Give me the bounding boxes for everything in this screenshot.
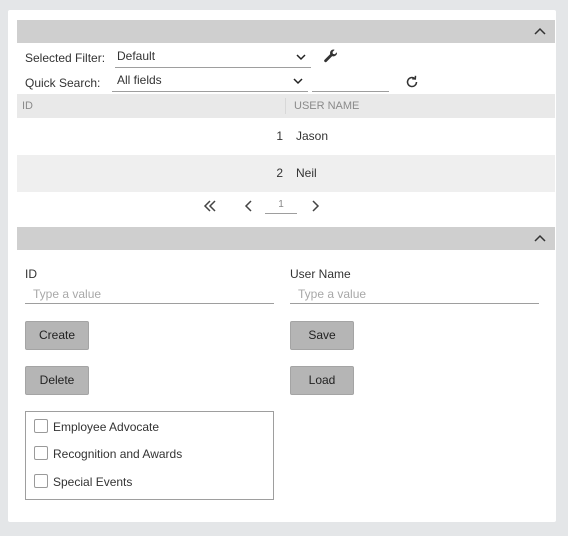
checklist-item-label: Special Events [53,475,133,489]
quick-search-input[interactable] [312,71,389,92]
checkbox[interactable] [34,446,48,460]
double-chevron-left-icon[interactable] [203,199,217,213]
cell-id: 1 [276,129,283,143]
chevron-down-icon [296,54,306,61]
wrench-icon[interactable] [323,48,339,64]
form-section-header[interactable] [17,227,555,250]
checkbox[interactable] [34,419,48,433]
main-card: Selected Filter: Default Quick Search: A… [8,10,556,522]
chevron-right-icon[interactable] [308,199,322,213]
user-name-field-placeholder: Type a value [298,287,367,301]
grid-header: ID USER NAME [17,94,555,118]
chevron-down-icon [293,78,303,85]
quick-search-select[interactable]: All fields [112,71,308,92]
cell-user-name: Neil [296,166,317,180]
pager: 1 [8,197,556,217]
cell-id: 2 [276,166,283,180]
load-button[interactable]: Load [290,366,354,395]
column-header-id[interactable]: ID [22,100,33,112]
save-button[interactable]: Save [290,321,354,350]
selected-filter-value: Default [117,49,156,63]
selected-filter-select[interactable]: Default [115,47,311,68]
id-field-placeholder: Type a value [33,287,102,301]
grid-section-header[interactable] [17,20,555,43]
table-row[interactable]: 1 Jason [17,118,555,155]
checklist-item-label: Employee Advocate [53,420,160,434]
chevron-left-icon[interactable] [242,199,256,213]
cell-user-name: Jason [296,129,329,143]
id-field-label: ID [25,267,37,281]
delete-button[interactable]: Delete [25,366,89,395]
user-name-field[interactable]: Type a value [290,284,539,304]
chevron-up-icon[interactable] [533,231,547,245]
table-row[interactable]: 2 Neil [17,155,555,192]
selected-filter-label: Selected Filter: [25,51,106,65]
category-checklist: Employee Advocate Recognition and Awards… [25,411,274,500]
user-name-field-label: User Name [290,267,351,281]
page-number-input[interactable]: 1 [265,198,297,214]
checkbox[interactable] [34,474,48,488]
quick-search-label: Quick Search: [25,76,101,90]
quick-search-value: All fields [117,73,162,87]
create-button[interactable]: Create [25,321,89,350]
checklist-item-label: Recognition and Awards [53,447,183,461]
id-field[interactable]: Type a value [25,284,274,304]
column-header-user-name[interactable]: USER NAME [294,100,359,112]
chevron-up-icon[interactable] [533,24,547,38]
refresh-icon[interactable] [404,74,420,90]
column-divider [285,98,286,114]
